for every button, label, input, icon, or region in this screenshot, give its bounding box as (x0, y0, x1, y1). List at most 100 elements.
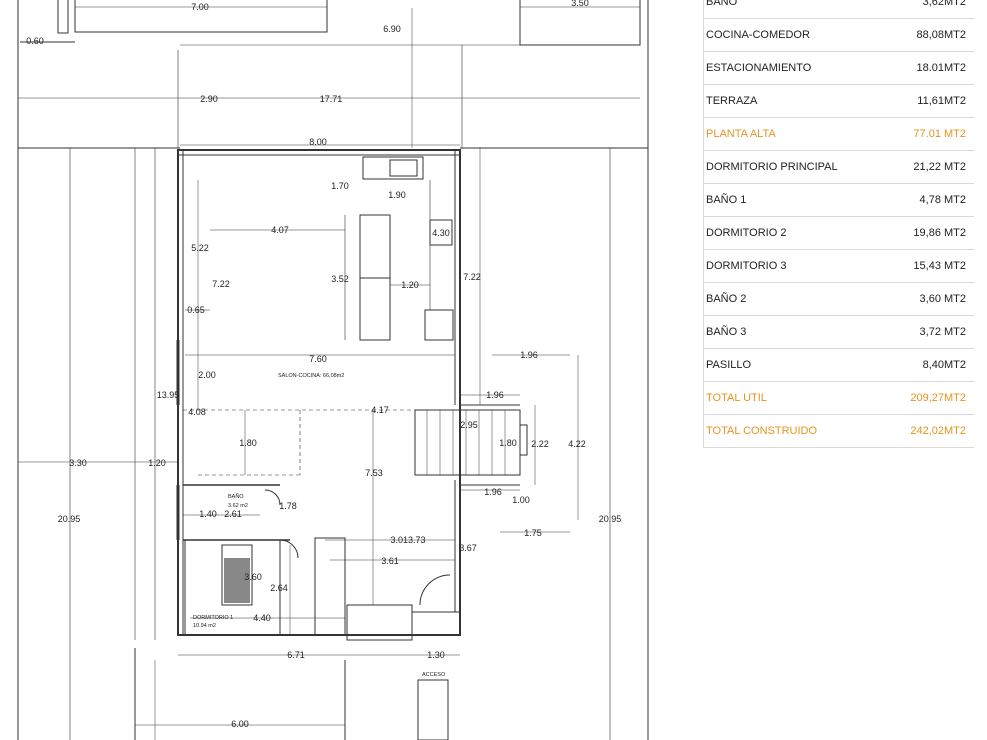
dim-4-17: 4.17 (371, 405, 389, 415)
area-name: DORMITORIO 2 (703, 216, 886, 250)
floor-plan-drawing: 7.00 3.50 0.60 6.90 2.90 17.71 8.00 1.70… (17, 0, 649, 740)
area-value: 3,60 MT2 (885, 282, 974, 316)
dim-1-80-hall: 1.80 (239, 438, 257, 448)
dim-8-00: 8.00 (309, 137, 327, 147)
area-name: BAÑO (703, 0, 886, 19)
dim-2-95: 2.95 (460, 420, 478, 430)
area-value: 21,22 MT2 (885, 150, 974, 184)
dim-2-22: 2.22 (531, 439, 549, 449)
area-table-body: BAÑO 3,62MT2 COCINA-COMEDOR 88,08MT2 ESTACIO… (703, 0, 974, 448)
room-label-bano: BAÑO (228, 493, 244, 500)
area-value: 3,72 MT2 (885, 315, 974, 349)
area-value: 3,62MT2 (885, 0, 974, 19)
area-name: TOTAL UTIL (703, 381, 886, 415)
dim-4-40: 4.40 (253, 613, 271, 623)
room-label-bano-area: 3.62 m2 (228, 503, 248, 509)
room-label-dormitorio-area: 10.94 m2 (193, 623, 216, 629)
dim-6-90: 6.90 (383, 24, 401, 34)
area-table: BAÑO 3,62MT2 COCINA-COMEDOR 88,08MT2 ESTACIO… (703, 0, 974, 448)
dim-2-00: 2.00 (198, 370, 216, 380)
dim-1-70: 1.70 (331, 181, 349, 191)
room-label-salon: SALON-COCINA: 66,08m2 (278, 373, 344, 379)
area-row: BAÑO 3,62MT2 (703, 0, 974, 19)
dim-0-60: 0.60 (26, 36, 44, 46)
area-row: DORMITORIO PRINCIPAL 21,22 MT2 (703, 150, 974, 184)
area-value: 88,08MT2 (885, 18, 974, 52)
dim-1-20-side: 1.20 (148, 458, 166, 468)
dim-4-30: 4.30 (432, 228, 450, 238)
area-name: COCINA-COMEDOR (703, 18, 886, 52)
dim-7-22-left: 7.22 (212, 279, 230, 289)
area-value: 19,86 MT2 (885, 216, 974, 250)
dim-1-40: 1.40 (199, 509, 217, 519)
area-value: 8,40MT2 (885, 348, 974, 382)
area-row: PASILLO 8,40MT2 (703, 348, 974, 382)
area-value: 77.01 MT2 (885, 117, 974, 151)
dim-13-95: 13.95 (157, 390, 180, 400)
dim-3-61: 3.61 (381, 556, 399, 566)
area-row: TOTAL CONSTRUIDO 242,02MT2 (703, 414, 974, 448)
area-name: BAÑO 3 (703, 315, 886, 349)
area-name: DORMITORIO PRINCIPAL (703, 150, 886, 184)
area-value: 4,78 MT2 (885, 183, 974, 217)
dim-20-95-right: 20.95 (599, 514, 622, 524)
area-name: TOTAL CONSTRUIDO (703, 414, 886, 448)
area-value: 11,61MT2 (885, 84, 974, 118)
dim-7-60: 7.60 (309, 354, 327, 364)
area-row: ESTACIONAMIENTO 18.01MT2 (703, 51, 974, 85)
dim-4-22: 4.22 (568, 439, 586, 449)
area-name: BAÑO 1 (703, 183, 886, 217)
area-row: TOTAL UTIL 209,27MT2 (703, 381, 974, 415)
dim-0-65: 0.65 (187, 305, 205, 315)
area-row: PLANTA ALTA 77.01 MT2 (703, 117, 974, 151)
dim-3-01-3-73: 3.013.73 (390, 535, 425, 545)
area-row: BAÑO 3 3,72 MT2 (703, 315, 974, 349)
dim-5-22: 5.22 (191, 243, 209, 253)
dim-20-95-left: 20.95 (58, 514, 81, 524)
area-name: ESTACIONAMIENTO (703, 51, 886, 85)
dim-1-30: 1.30 (427, 650, 445, 660)
area-name: DORMITORIO 3 (703, 249, 886, 283)
room-label-dormitorio: DORMITORIO 1 (193, 615, 233, 621)
dim-3-30: 3.30 (69, 458, 87, 468)
area-name: BAÑO 2 (703, 282, 886, 316)
dim-3-67: 3.67 (459, 543, 477, 553)
dim-1-90: 1.90 (388, 190, 406, 200)
label-acceso: ACCESO (422, 672, 446, 678)
area-row: DORMITORIO 3 15,43 MT2 (703, 249, 974, 283)
dim-1-20-kitchen: 1.20 (401, 280, 419, 290)
dim-7-00: 7.00 (191, 2, 209, 12)
dim-6-71: 6.71 (287, 650, 305, 660)
area-row: COCINA-COMEDOR 88,08MT2 (703, 18, 974, 52)
dim-2-64: 2.64 (270, 583, 288, 593)
dim-6-00: 6.00 (231, 719, 249, 729)
dim-1-96-mid: 1.96 (486, 390, 504, 400)
area-name: PLANTA ALTA (703, 117, 886, 151)
dim-1-00: 1.00 (512, 495, 530, 505)
dim-3-50: 3.50 (571, 0, 589, 8)
dim-17-71: 17.71 (320, 94, 343, 104)
area-value: 242,02MT2 (885, 414, 974, 448)
dim-4-07: 4.07 (271, 225, 289, 235)
dim-1-75: 1.75 (524, 528, 542, 538)
dim-7-53: 7.53 (365, 468, 383, 478)
dim-3-52: 3.52 (331, 274, 349, 284)
area-name: TERRAZA (703, 84, 886, 118)
dim-4-08: 4.08 (188, 407, 206, 417)
area-row: TERRAZA 11,61MT2 (703, 84, 974, 118)
area-row: BAÑO 2 3,60 MT2 (703, 282, 974, 316)
area-row: BAÑO 1 4,78 MT2 (703, 183, 974, 217)
dim-7-22-right: 7.22 (463, 272, 481, 282)
dim-1-96-top: 1.96 (520, 350, 538, 360)
area-value: 15,43 MT2 (885, 249, 974, 283)
dim-1-80-stair: 1.80 (499, 438, 517, 448)
dim-2-90: 2.90 (200, 94, 218, 104)
dim-3-60: 3.60 (244, 572, 262, 582)
area-row: DORMITORIO 2 19,86 MT2 (703, 216, 974, 250)
area-value: 18.01MT2 (885, 51, 974, 85)
area-value: 209,27MT2 (885, 381, 974, 415)
dim-2-61: 2.61 (224, 509, 242, 519)
dim-1-96-low: 1.96 (484, 487, 502, 497)
dim-1-78: 1.78 (279, 501, 297, 511)
area-name: PASILLO (703, 348, 886, 382)
